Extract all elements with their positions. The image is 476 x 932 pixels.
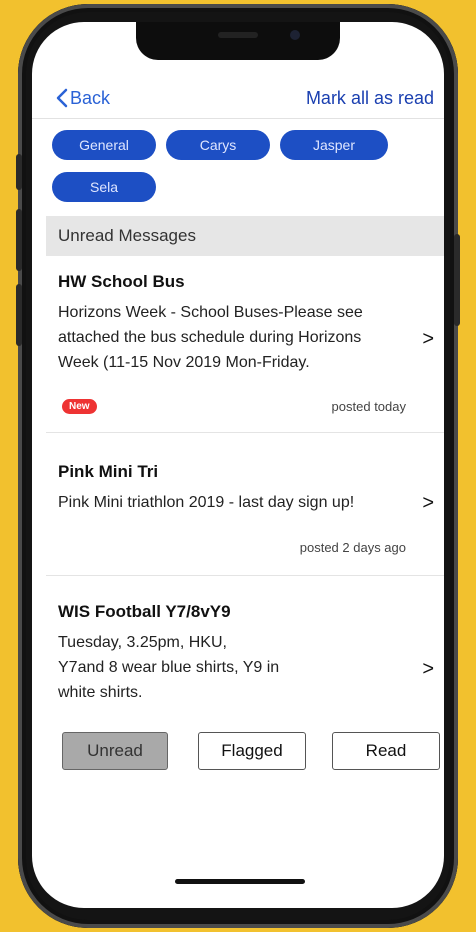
chevron-right-icon: > <box>422 328 434 350</box>
filter-chip-general[interactable]: General <box>52 130 156 160</box>
new-badge: New <box>62 399 97 414</box>
notch <box>136 22 340 60</box>
mark-all-read-button[interactable]: Mark all as read <box>306 78 434 118</box>
volume-down-button <box>16 284 22 346</box>
chevron-left-icon <box>56 88 68 108</box>
message-title: Pink Mini Tri <box>58 462 159 481</box>
chevron-right-icon: > <box>422 492 434 514</box>
message-item[interactable]: HW School Bus Horizons Week - School Bus… <box>58 272 434 382</box>
message-body: Pink Mini triathlon 2019 - last day sign… <box>58 494 355 511</box>
mute-switch <box>16 154 22 190</box>
unread-section-header: Unread Messages <box>46 216 444 256</box>
message-item[interactable]: Pink Mini Tri Pink Mini triathlon 2019 -… <box>58 462 434 522</box>
volume-up-button <box>16 209 22 271</box>
phone-screen: Back Mark all as read General Carys Jasp… <box>32 22 444 908</box>
unread-tab-button[interactable]: Unread <box>62 732 168 770</box>
speaker <box>218 32 258 38</box>
message-body-line: Tuesday, 3.25pm, HKU, <box>58 634 227 651</box>
message-title: WIS Football Y7/8vY9 <box>58 602 231 621</box>
posted-date: posted 2 days ago <box>299 540 406 555</box>
message-item[interactable]: WIS Football Y7/8vY9 Tuesday, 3.25pm, HK… <box>58 602 434 712</box>
filter-chip-sela[interactable]: Sela <box>52 172 156 202</box>
camera <box>290 30 300 40</box>
message-body: Horizons Week - School Buses-Please see … <box>58 304 363 371</box>
back-label: Back <box>70 87 111 108</box>
flagged-tab-button[interactable]: Flagged <box>198 732 306 770</box>
read-tab-button[interactable]: Read <box>332 732 440 770</box>
chevron-right-icon: > <box>422 658 434 680</box>
divider <box>46 575 444 576</box>
back-button[interactable]: Back <box>56 78 110 118</box>
home-indicator[interactable] <box>175 879 305 884</box>
navigation-bar: Back Mark all as read <box>32 78 444 119</box>
filter-chip-carys[interactable]: Carys <box>166 130 270 160</box>
message-title: HW School Bus <box>58 272 185 291</box>
message-body-line: white shirts. <box>58 684 143 701</box>
posted-date: posted today <box>331 399 406 414</box>
message-body-line: Y7and 8 wear blue shirts, Y9 in <box>58 659 280 676</box>
filter-chip-jasper[interactable]: Jasper <box>280 130 388 160</box>
divider <box>46 432 444 433</box>
message-body: Tuesday, 3.25pm, HKU, Y7and 8 wear blue … <box>58 630 426 705</box>
power-button <box>454 234 460 326</box>
